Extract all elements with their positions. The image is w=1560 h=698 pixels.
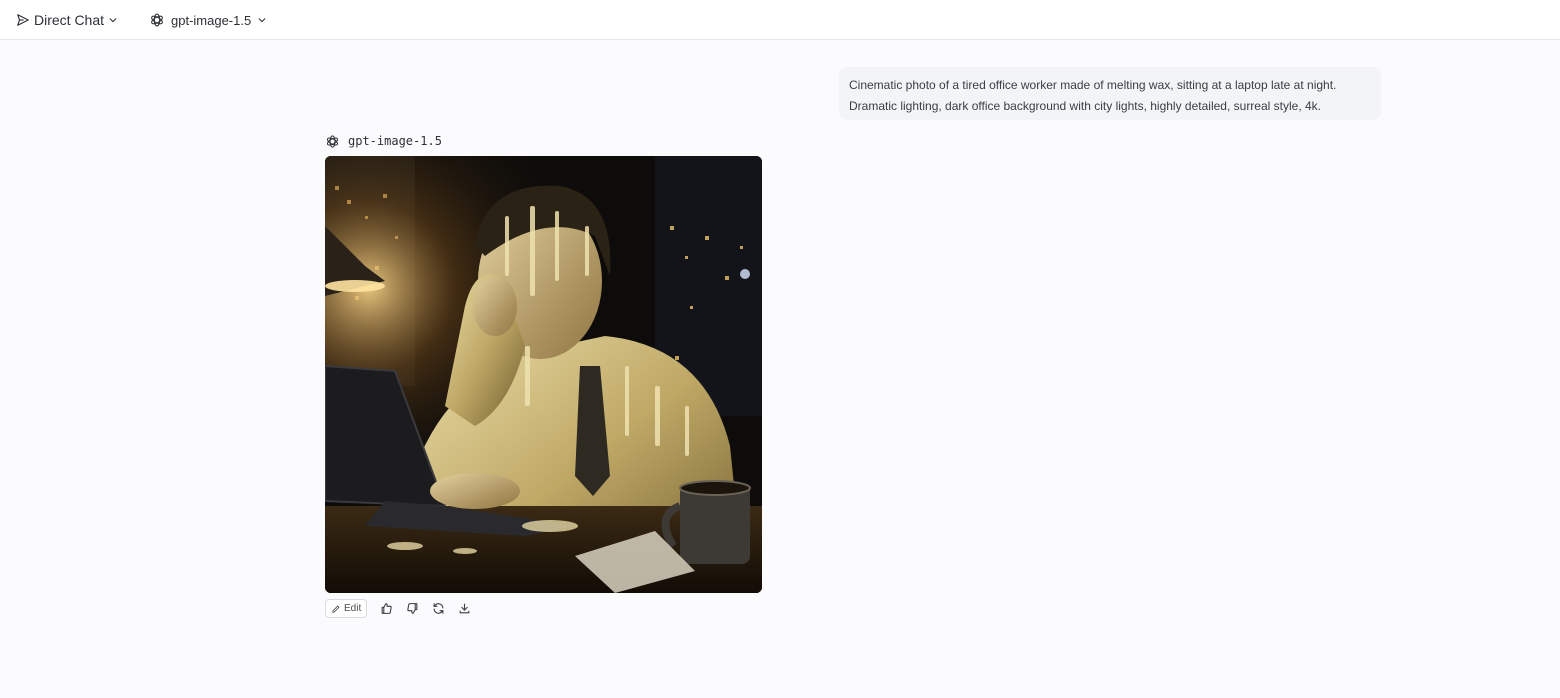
- message-actions: Edit: [325, 599, 471, 618]
- assistant-header: gpt-image-1.5: [325, 133, 442, 149]
- edit-label: Edit: [344, 603, 362, 614]
- mode-selector[interactable]: Direct Chat: [16, 10, 118, 30]
- download-icon[interactable]: [457, 602, 471, 616]
- assistant-model-name: gpt-image-1.5: [348, 134, 442, 148]
- thumbs-up-icon[interactable]: [379, 602, 393, 616]
- pencil-icon: [331, 604, 341, 614]
- chevron-down-icon: [257, 15, 267, 25]
- thumbs-down-icon[interactable]: [405, 602, 419, 616]
- user-message-line: Dramatic lighting, dark office backgroun…: [849, 99, 1322, 113]
- chevron-down-icon: [108, 15, 118, 25]
- send-icon: [16, 13, 30, 27]
- openai-logo-icon: [325, 134, 340, 149]
- user-message-line: Cinematic photo of a tired office worker…: [849, 78, 1337, 92]
- openai-logo-icon: [149, 12, 165, 28]
- model-label: gpt-image-1.5: [171, 12, 252, 28]
- user-message-bubble: Cinematic photo of a tired office worker…: [839, 67, 1381, 120]
- edit-button[interactable]: Edit: [325, 599, 368, 618]
- model-selector[interactable]: gpt-image-1.5: [149, 10, 267, 30]
- regenerate-icon[interactable]: [431, 602, 445, 616]
- generated-image[interactable]: [325, 156, 762, 593]
- top-bar: Direct Chat gpt-image-1.5: [0, 0, 1560, 40]
- mode-label: Direct Chat: [34, 12, 105, 28]
